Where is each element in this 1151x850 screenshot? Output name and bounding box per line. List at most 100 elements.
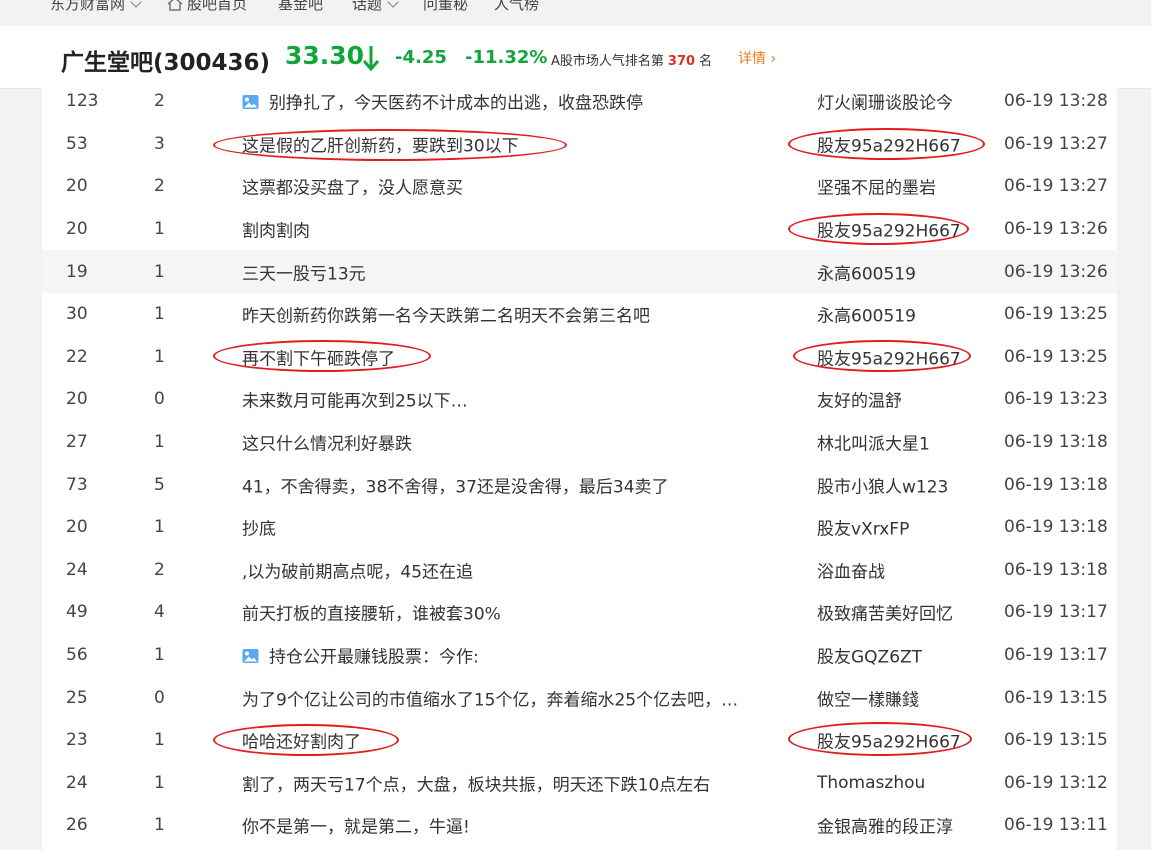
author-link[interactable]: 股市小狼人w123 (817, 472, 997, 497)
post-title-text: 哈哈还好割肉了 (242, 732, 361, 753)
post-title-link[interactable]: 三天一股亏13元 (242, 259, 787, 284)
post-title-link[interactable]: 割肉割肉 (242, 217, 787, 242)
post-row[interactable]: 30 1 昨天创新药你跌第一名今天跌第二名明天不会第三名吧 永高600519 06-19… (42, 293, 1117, 336)
post-title-text: 未来数月可能再次到25以下… (242, 391, 468, 412)
post-title-link[interactable]: 哈哈还好割肉了 (242, 728, 787, 753)
post-title-link[interactable]: ,以为破前期高点呢，45还在追 (242, 557, 787, 582)
read-count: 20 (66, 176, 88, 197)
post-time: 06-19 13:12 (1004, 772, 1108, 793)
post-time: 06-19 13:18 (1004, 559, 1108, 580)
nav-eastmoney[interactable]: 东方财富网 (50, 0, 142, 14)
post-row[interactable]: 19 1 三天一股亏13元 永高600519 06-19 13:26 (42, 250, 1117, 293)
post-title-link[interactable]: 抄底 (242, 515, 787, 540)
post-row[interactable]: 20 0 未来数月可能再次到25以下… 友好的温舒 06-19 13:23 (42, 378, 1117, 421)
nav-fund-bar[interactable]: 基金吧 (278, 0, 323, 14)
chevron-down-icon (130, 0, 142, 8)
author-link[interactable]: 友好的温舒 (817, 387, 997, 412)
post-title-link[interactable]: 41，不舍得卖，38不舍得，37还是没舍得，最后34卖了 (242, 472, 787, 497)
post-row[interactable]: 20 1 割肉割肉 股友95a292H667 06-19 13:26 (42, 208, 1117, 251)
post-title-link[interactable]: 别挣扎了，今天医药不计成本的出逃，收盘恐跌停 (242, 89, 787, 114)
read-count: 20 (66, 517, 88, 538)
author-link[interactable]: 金银高雅的段正淳 (817, 813, 997, 838)
read-count: 20 (66, 219, 88, 240)
post-time: 06-19 13:18 (1004, 517, 1108, 538)
post-time: 06-19 13:26 (1004, 261, 1108, 282)
post-title-text: 持仓公开最赚钱股票：今作: (269, 647, 479, 668)
post-title-link[interactable]: 前天打板的直接腰斩，谁被套30% (242, 600, 787, 625)
image-icon (242, 95, 259, 110)
post-row[interactable]: 20 2 这票都没买盘了，没人愿意买 坚强不屈的墨岩 06-19 13:27 (42, 165, 1117, 208)
post-title-link[interactable]: 昨天创新药你跌第一名今天跌第二名明天不会第三名吧 (242, 302, 787, 327)
post-title-text: 你不是第一，就是第二，牛逼! (242, 817, 470, 838)
author-link[interactable]: 股友95a292H667 (817, 728, 997, 753)
post-time: 06-19 13:15 (1004, 687, 1108, 708)
post-title-text: 这只什么情况利好暴跌 (242, 434, 412, 455)
bar-title: 广生堂吧(300436) (61, 50, 271, 76)
post-time: 06-19 13:17 (1004, 645, 1108, 666)
post-list: 123 2 别挣扎了，今天医药不计成本的出逃，收盘恐跌停 灯火阑珊谈股论今 06-19 … (42, 80, 1117, 850)
detail-link[interactable]: 详情 › (738, 48, 776, 68)
post-title-link[interactable]: 割了，两天亏17个点，大盘，板块共振，明天还下跌10点左右 (242, 770, 787, 795)
post-title-text: 三天一股亏13元 (242, 264, 366, 285)
post-title-link[interactable]: 这是假的乙肝创新药，要跌到30以下 (242, 131, 787, 156)
post-row[interactable]: 53 3 这是假的乙肝创新药，要跌到30以下 股友95a292H667 06-19 13… (42, 123, 1117, 166)
post-row[interactable]: 25 0 为了9个亿让公司的市值缩水了15个亿，奔着缩水25个亿去吧，… 做空一樣賺錢… (42, 676, 1117, 719)
post-title-link[interactable]: 为了9个亿让公司的市值缩水了15个亿，奔着缩水25个亿去吧，… (242, 685, 787, 710)
read-count: 26 (66, 815, 88, 836)
author-link[interactable]: Thomaszhou (817, 773, 997, 793)
post-title-link[interactable]: 持仓公开最赚钱股票：今作: (242, 643, 787, 668)
post-time: 06-19 13:23 (1004, 389, 1108, 410)
post-row[interactable]: 123 2 别挣扎了，今天医药不计成本的出逃，收盘恐跌停 灯火阑珊谈股论今 06-19 … (42, 80, 1117, 123)
author-link[interactable]: 永高600519 (817, 259, 997, 284)
post-row[interactable]: 23 1 哈哈还好割肉了 股友95a292H667 06-19 13:15 (42, 719, 1117, 762)
post-row[interactable]: 27 1 这只什么情况利好暴跌 林北叫派大星1 06-19 13:18 (42, 421, 1117, 464)
author-link[interactable]: 股友95a292H667 (817, 217, 997, 242)
image-icon (242, 649, 259, 664)
post-title-link[interactable]: 再不割下午砸跌停了 (242, 344, 787, 369)
reply-count: 1 (154, 730, 165, 751)
author-link[interactable]: 做空一樣賺錢 (817, 685, 997, 710)
author-link[interactable]: 股友95a292H667 (817, 131, 997, 156)
nav-ask-secretary[interactable]: 问董秘 (423, 0, 468, 14)
post-title-link[interactable]: 这只什么情况利好暴跌 (242, 430, 787, 455)
reply-count: 1 (154, 261, 165, 282)
post-row[interactable]: 73 5 41，不舍得卖，38不舍得，37还是没舍得，最后34卖了 股市小狼人w123… (42, 463, 1117, 506)
post-time: 06-19 13:11 (1004, 815, 1108, 836)
read-count: 53 (66, 133, 88, 154)
post-title-link[interactable]: 未来数月可能再次到25以下… (242, 387, 787, 412)
author-link[interactable]: 永高600519 (817, 302, 997, 327)
post-time: 06-19 13:27 (1004, 176, 1108, 197)
post-time: 06-19 13:26 (1004, 219, 1108, 240)
post-row[interactable]: 56 1 持仓公开最赚钱股票：今作: 股友GQZ6ZT 06-19 13:17 (42, 634, 1117, 677)
post-title-link[interactable]: 这票都没买盘了，没人愿意买 (242, 174, 787, 199)
author-link[interactable]: 林北叫派大星1 (817, 430, 997, 455)
post-row[interactable]: 22 1 再不割下午砸跌停了 股友95a292H667 06-19 13:25 (42, 336, 1117, 379)
author-link[interactable]: 极致痛苦美好回忆 (817, 600, 997, 625)
post-row[interactable]: 26 1 你不是第一，就是第二，牛逼! 金银高雅的段正淳 06-19 13:11 (42, 804, 1117, 847)
post-title-text: ,以为破前期高点呢，45还在追 (242, 562, 474, 583)
post-row[interactable]: 49 4 前天打板的直接腰斩，谁被套30% 极致痛苦美好回忆 06-19 13:17 (42, 591, 1117, 634)
read-count: 30 (66, 304, 88, 325)
read-count: 24 (66, 772, 88, 793)
reply-count: 5 (154, 474, 165, 495)
rank-number: 370 (667, 54, 696, 69)
post-title-text: 别挣扎了，今天医药不计成本的出逃，收盘恐跌停 (269, 93, 643, 114)
author-link[interactable]: 浴血奋战 (817, 557, 997, 582)
author-link[interactable]: 股友95a292H667 (817, 344, 997, 369)
top-nav: 东方财富网 股吧首页 基金吧 话题 问董秘 人气榜 (0, 0, 1151, 26)
post-row[interactable]: 24 2 ,以为破前期高点呢，45还在追 浴血奋战 06-19 13:18 (42, 549, 1117, 592)
post-title-text: 为了9个亿让公司的市值缩水了15个亿，奔着缩水25个亿去吧，… (242, 690, 739, 711)
author-link[interactable]: 灯火阑珊谈股论今 (817, 89, 997, 114)
post-row[interactable]: 24 1 割了，两天亏17个点，大盘，板块共振，明天还下跌10点左右 Thomaszh… (42, 762, 1117, 805)
reply-count: 2 (154, 91, 165, 112)
nav-topics[interactable]: 话题 (352, 0, 399, 14)
post-title-link[interactable]: 你不是第一，就是第二，牛逼! (242, 813, 787, 838)
author-link[interactable]: 股友GQZ6ZT (817, 643, 997, 668)
reply-count: 1 (154, 815, 165, 836)
author-link[interactable]: 坚强不屈的墨岩 (817, 174, 997, 199)
post-row[interactable]: 20 1 抄底 股友vXrxFP 06-19 13:18 (42, 506, 1117, 549)
reply-count: 0 (154, 389, 165, 410)
nav-guba-home[interactable]: 股吧首页 (167, 0, 247, 14)
author-link[interactable]: 股友vXrxFP (817, 515, 997, 540)
nav-popularity[interactable]: 人气榜 (494, 0, 539, 14)
